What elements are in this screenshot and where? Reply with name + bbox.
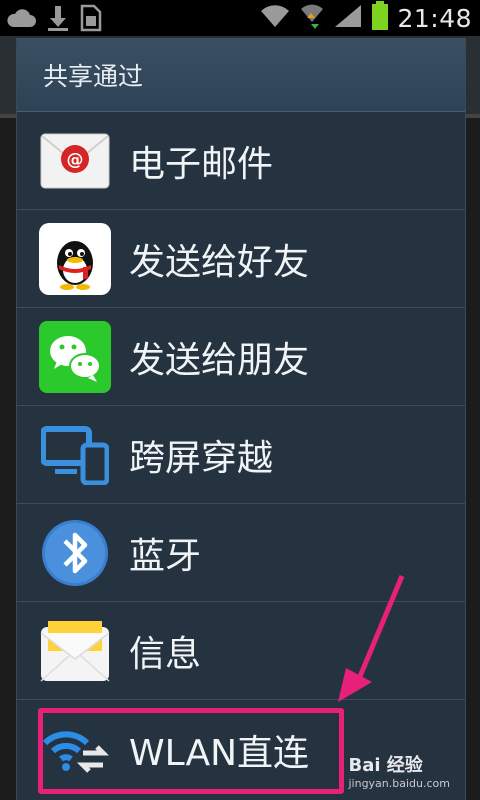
watermark-logo: Bai 经验 jingyan.baidu.com xyxy=(348,755,450,790)
download-icon xyxy=(46,4,70,36)
share-option-label: 发送给朋友 xyxy=(129,340,310,381)
qq-icon xyxy=(39,223,111,295)
cloud-icon xyxy=(6,7,36,33)
signal-icon xyxy=(333,3,363,33)
battery-icon xyxy=(371,1,389,35)
share-option-qq[interactable]: 发送给好友 xyxy=(17,211,465,308)
share-option-label: 信息 xyxy=(129,634,202,675)
share-option-wechat[interactable]: 发送给朋友 xyxy=(17,309,465,406)
clock: 21:48 xyxy=(397,3,472,33)
share-option-label: 电子邮件 xyxy=(129,144,274,185)
data-arrows-icon xyxy=(299,2,325,34)
bluetooth-icon xyxy=(39,517,111,589)
dialog-header: 共享通过 xyxy=(17,38,465,112)
email-icon: @ xyxy=(39,125,111,197)
share-option-label: 发送给好友 xyxy=(129,242,310,283)
share-option-multiscreen[interactable]: 跨屏穿越 xyxy=(17,407,465,504)
highlight-box xyxy=(38,708,344,794)
svg-text:@: @ xyxy=(67,150,84,170)
share-option-email[interactable]: @ 电子邮件 xyxy=(17,113,465,210)
share-option-label: 蓝牙 xyxy=(129,536,202,577)
sim-icon xyxy=(80,4,102,36)
share-option-label: 跨屏穿越 xyxy=(129,438,274,479)
wechat-icon xyxy=(39,321,111,393)
annotation-arrow xyxy=(338,575,405,702)
dialog-title: 共享通过 xyxy=(43,61,144,91)
multiscreen-icon xyxy=(39,419,111,491)
wifi-icon xyxy=(259,3,291,33)
status-bar: 21:48 xyxy=(0,0,480,36)
message-icon xyxy=(39,615,111,687)
